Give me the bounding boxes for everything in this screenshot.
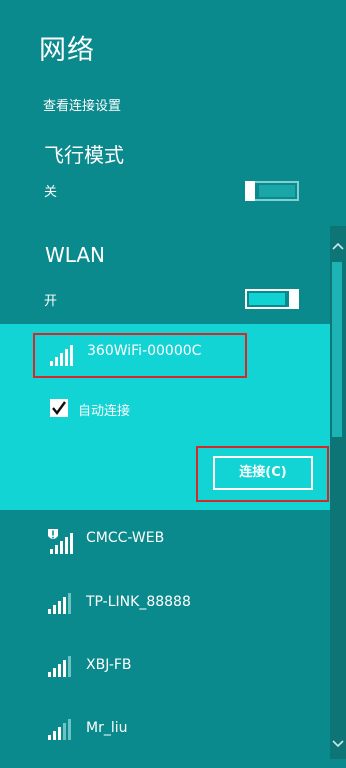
- annotation-highlight-connect: [196, 446, 329, 502]
- network-list-item[interactable]: TP-LINK_88888: [48, 586, 308, 622]
- wifi-signal-icon: [48, 592, 74, 618]
- toggle-track: [259, 185, 295, 197]
- network-name: CMCC-WEB: [86, 530, 165, 546]
- airplane-mode-title: 飞行模式: [44, 143, 124, 167]
- network-name: XBJ-FB: [86, 657, 132, 673]
- auto-connect-checkbox[interactable]: [50, 399, 68, 417]
- wlan-toggle[interactable]: [245, 289, 299, 309]
- chevron-down-icon[interactable]: [330, 738, 346, 754]
- auto-connect-label[interactable]: 自动连接: [78, 400, 130, 419]
- airplane-mode-toggle[interactable]: [245, 181, 299, 201]
- annotation-highlight-network: [33, 333, 247, 378]
- wifi-signal-icon: [48, 718, 74, 744]
- scrollbar-thumb[interactable]: [332, 262, 342, 437]
- panel-title: 网络: [39, 35, 95, 66]
- wifi-signal-warning-icon: [48, 528, 76, 558]
- network-list-item[interactable]: Mr_liu: [48, 712, 308, 748]
- toggle-track: [249, 293, 285, 305]
- wlan-state: 开: [44, 294, 58, 309]
- network-list-item[interactable]: XBJ-FB: [48, 649, 308, 685]
- view-connection-settings-link[interactable]: 查看连接设置: [43, 95, 121, 114]
- chevron-up-icon[interactable]: [330, 240, 346, 256]
- checkmark-icon: [52, 401, 66, 415]
- toggle-thumb[interactable]: [289, 289, 299, 309]
- airplane-mode-state: 关: [44, 185, 58, 200]
- wlan-title: WLAN: [45, 243, 106, 267]
- wifi-signal-icon: [48, 655, 74, 681]
- network-name: Mr_liu: [86, 720, 128, 736]
- network-list-item[interactable]: CMCC-WEB: [48, 522, 308, 558]
- toggle-thumb[interactable]: [245, 181, 255, 201]
- network-name: TP-LINK_88888: [86, 594, 191, 610]
